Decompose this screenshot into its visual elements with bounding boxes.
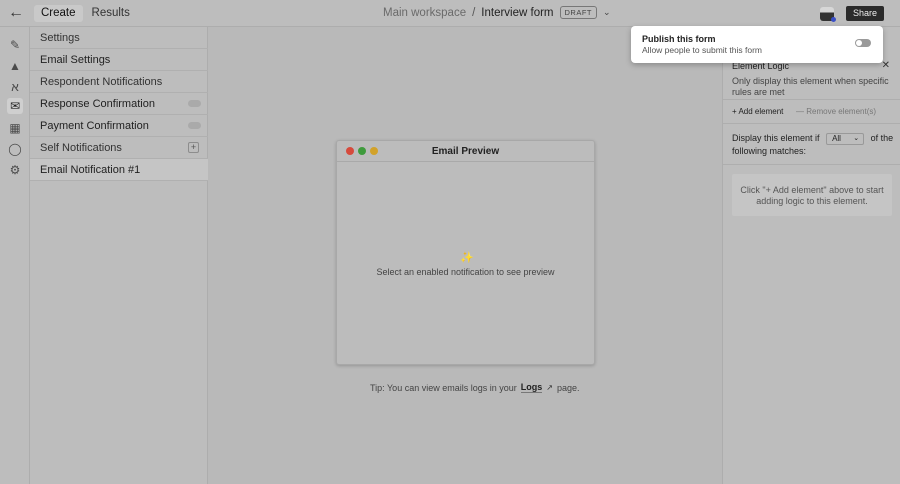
icon-rail: ✎ ▲ א ✉ ▦ ◯ ⚙ [0,27,30,484]
tip-suffix: page. [556,382,580,393]
logic-condition: Display this element if All ⌄ of the fol… [732,132,897,158]
tab-create[interactable]: Create [34,5,83,22]
publish-title: Publish this form [642,34,716,44]
external-link-icon[interactable]: ↗ [546,383,553,392]
add-element-label: Add element [738,107,784,116]
preview-title: Email Preview [431,146,500,157]
sidebar-item-label: Email Settings [40,54,111,66]
logic-empty-state: Click "+ Add element" above to start add… [732,174,892,216]
breadcrumb-separator: / [472,6,476,19]
arrow-left-icon: ← [8,4,24,21]
status-badge: DRAFT [559,6,598,19]
match-mode-select[interactable]: All ⌄ [826,132,865,145]
sidebar-section-settings: Settings [30,27,208,49]
divider [723,164,900,165]
sidebar-item-label: Email Notification #1 [40,164,141,176]
tip-prefix: Tip: You can view emails logs in your [370,382,517,393]
logs-tip: Tip: You can view emails logs in your Lo… [370,382,579,393]
panel-description: Only display this element when specific … [732,76,889,97]
response-confirmation-toggle[interactable] [188,100,201,107]
chevron-down-icon: ⌄ [853,134,860,142]
sidebar-item-label: Response Confirmation [40,98,155,110]
pencil-icon[interactable]: ✎ [7,37,23,53]
top-bar: ← Create Results Main workspace / Interv… [0,0,900,27]
stamp-icon[interactable]: ▲ [7,58,23,74]
sidebar-section-respondent-notifications: Respondent Notifications [30,71,208,93]
sidebar-item-email-settings[interactable]: Email Settings [30,49,208,71]
add-notification-button[interactable]: + [188,142,199,153]
divider [723,99,900,100]
integrations-icon[interactable]: ▦ [7,120,23,136]
breadcrumb-workspace[interactable]: Main workspace [383,7,466,19]
divider [723,123,900,124]
back-button[interactable]: ← [8,5,26,23]
tab-results[interactable]: Results [85,5,137,22]
translate-icon[interactable]: א [7,79,23,95]
sidebar-section-label: Respondent Notifications [40,76,163,88]
add-element-button[interactable]: + Add element [732,107,783,116]
chevron-down-icon[interactable]: ⌄ [603,7,611,18]
payment-confirmation-toggle[interactable] [188,122,201,129]
settings-sidebar: Settings Email Settings Respondent Notif… [30,27,208,484]
mail-icon[interactable]: ✉ [7,98,23,114]
logs-link[interactable]: Logs [520,382,543,393]
share-button[interactable]: Share [846,6,884,21]
plus-icon: + [732,107,737,116]
sparkle-icon: ✨ [460,252,474,264]
remove-elements-label: Remove element(s) [806,107,877,116]
condition-prefix: Display this element if [732,133,820,143]
match-mode-value: All [832,133,841,143]
sidebar-item-response-confirmation[interactable]: Response Confirmation [30,93,208,115]
sidebar-item-label: Payment Confirmation [40,120,149,132]
presence-dot [831,17,836,22]
sidebar-section-label: Self Notifications [40,142,122,154]
sidebar-section-label: Settings [40,32,80,44]
remove-elements-button[interactable]: — Remove element(s) [796,107,876,116]
gear-icon[interactable]: ⚙ [7,162,23,178]
breadcrumb: Main workspace / Interview form DRAFT ⌄ [383,6,611,19]
publish-toggle[interactable] [855,39,871,47]
sidebar-section-self-notifications: Self Notifications + [30,137,208,159]
close-icon[interactable]: ✕ [882,60,890,71]
element-logic-panel: Element Logic ✕ Only display this elemen… [722,27,900,484]
currency-icon[interactable]: ◯ [7,141,23,157]
preview-empty-message: Select an enabled notification to see pr… [376,267,555,277]
preview-title-bar: Email Preview [337,141,594,162]
mode-tabs: Create Results [34,5,137,22]
breadcrumb-form-name[interactable]: Interview form [481,7,553,19]
sidebar-item-payment-confirmation[interactable]: Payment Confirmation [30,115,208,137]
sidebar-item-email-notification-1[interactable]: Email Notification #1 [30,159,208,181]
publish-subtitle: Allow people to submit this form [642,45,762,55]
email-preview-window: Email Preview ✨ Select an enabled notifi… [336,140,595,365]
publish-popover: Publish this form Allow people to submit… [631,26,883,63]
minus-icon: — [796,107,804,116]
